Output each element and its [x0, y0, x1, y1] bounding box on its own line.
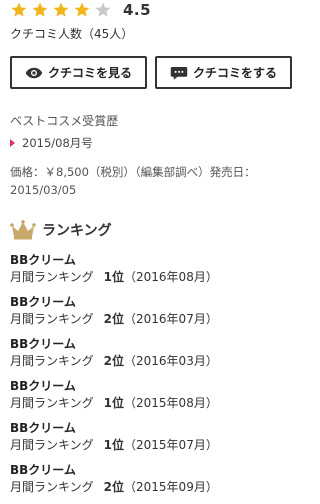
triangle-bullet-icon	[10, 139, 15, 147]
ranking-detail: 月間ランキング 1位（2015年08月）	[10, 394, 295, 412]
ranking-category: BBクリーム	[10, 253, 76, 267]
ranking-item[interactable]: BBクリーム 月間ランキング 2位（2016年03月）	[10, 336, 295, 378]
ranking-detail: 月間ランキング 2位（2015年09月）	[10, 478, 295, 496]
write-review-button[interactable]: クチコミをする	[155, 56, 292, 89]
ranking-category: BBクリーム	[10, 337, 76, 351]
ranking-type: 月間ランキング	[10, 480, 94, 494]
ranking-position: 2位	[103, 312, 125, 326]
award-heading: ベストコスメ受賞歴	[10, 114, 119, 128]
ranking-heading: ランキング	[10, 220, 112, 240]
write-review-label: クチコミをする	[192, 66, 277, 80]
ranking-detail: 月間ランキング 1位（2016年08月）	[10, 268, 295, 286]
ranking-type: 月間ランキング	[10, 438, 94, 452]
speech-bubble-icon	[170, 66, 188, 80]
star-icon	[52, 1, 70, 19]
view-reviews-label: クチコミを見る	[47, 66, 132, 80]
ranking-heading-label: ランキング	[42, 223, 112, 239]
ranking-item[interactable]: BBクリーム 月間ランキング 1位（2016年08月）	[10, 252, 295, 294]
ranking-position: 1位	[103, 270, 125, 284]
ranking-detail: 月間ランキング 1位（2015年07月）	[10, 436, 295, 454]
ranking-type: 月間ランキング	[10, 312, 94, 326]
rating-row: 4.5	[10, 0, 151, 20]
review-count: クチコミ人数（45人）	[10, 27, 134, 41]
ranking-detail: 月間ランキング 2位（2016年07月）	[10, 310, 295, 328]
ranking-position: 1位	[103, 438, 125, 452]
ranking-period: （2016年03月）	[124, 354, 218, 368]
ranking-category: BBクリーム	[10, 295, 76, 309]
award-item-label: 2015/08月号	[22, 136, 93, 150]
ranking-period: （2015年07月）	[124, 438, 218, 452]
ranking-category: BBクリーム	[10, 379, 76, 393]
star-empty-icon	[94, 1, 112, 19]
star-icon	[73, 1, 91, 19]
ranking-item[interactable]: BBクリーム 月間ランキング 2位（2016年07月）	[10, 294, 295, 336]
ranking-detail: 月間ランキング 2位（2016年03月）	[10, 352, 295, 370]
ranking-position: 2位	[103, 480, 125, 494]
star-icon	[31, 1, 49, 19]
ranking-period: （2016年08月）	[124, 270, 218, 284]
view-reviews-button[interactable]: クチコミを見る	[10, 56, 147, 89]
price-info: 価格：￥8,500（税別）（編集部調べ）発売日：2015/03/05	[10, 165, 256, 197]
ranking-type: 月間ランキング	[10, 270, 94, 284]
ranking-category: BBクリーム	[10, 421, 76, 435]
rating-value: 4.5	[123, 1, 152, 19]
ranking-type: 月間ランキング	[10, 354, 94, 368]
ranking-period: （2015年08月）	[124, 396, 218, 410]
eye-icon	[25, 66, 43, 80]
crown-icon	[10, 220, 36, 240]
ranking-category: BBクリーム	[10, 463, 76, 477]
ranking-list: BBクリーム 月間ランキング 1位（2016年08月） BBクリーム 月間ランキン…	[10, 252, 295, 504]
ranking-type: 月間ランキング	[10, 396, 94, 410]
ranking-item[interactable]: BBクリーム 月間ランキング 1位（2015年07月）	[10, 420, 295, 462]
award-item[interactable]: 2015/08月号	[10, 135, 93, 151]
ranking-position: 2位	[103, 354, 125, 368]
ranking-period: （2016年07月）	[124, 312, 218, 326]
ranking-item[interactable]: BBクリーム 月間ランキング 1位（2015年08月）	[10, 378, 295, 420]
ranking-position: 1位	[103, 396, 125, 410]
ranking-period: （2015年09月）	[124, 480, 218, 494]
star-icon	[10, 1, 28, 19]
